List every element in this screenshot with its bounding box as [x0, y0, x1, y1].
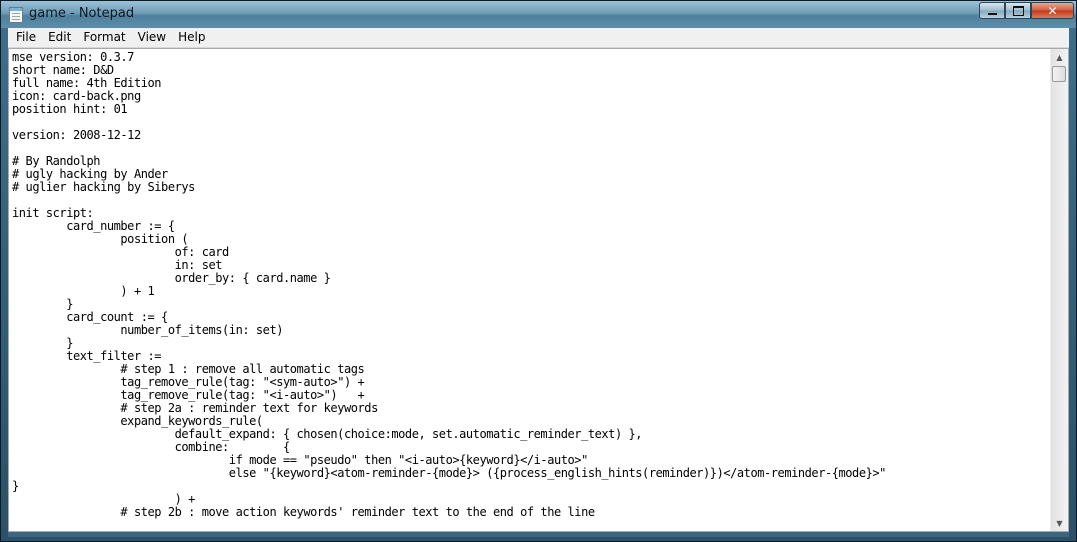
editor-text-area[interactable]: mse version: 0.3.7 short name: D&D full na…: [12, 51, 1050, 531]
scroll-down-button[interactable]: ▼: [1052, 515, 1067, 531]
maximize-icon: [1012, 5, 1024, 16]
text-line: version: 2008-12-12: [12, 128, 141, 142]
text-line: mse version: 0.3.7: [12, 51, 134, 64]
menu-bar: File Edit Format View Help: [8, 28, 1069, 48]
text-line: # step 2b : move action keywords' remind…: [12, 505, 595, 519]
scroll-up-button[interactable]: ▲: [1052, 49, 1067, 65]
chevron-down-icon: ▼: [1056, 518, 1063, 528]
menu-file[interactable]: File: [8, 28, 42, 47]
menu-format[interactable]: Format: [77, 28, 131, 47]
close-button[interactable]: ✕: [1031, 2, 1074, 19]
window-title: game - Notepad: [29, 6, 135, 21]
text-line: position hint: 01: [12, 102, 128, 116]
text-line: [12, 142, 1050, 155]
title-bar[interactable]: game - Notepad ✕: [1, 1, 1076, 28]
text-line: # uglier hacking by Siberys: [12, 180, 195, 194]
text-line: short name: D&D: [12, 63, 114, 77]
text-line: order_by: { card.name }: [12, 271, 331, 285]
vertical-scrollbar[interactable]: ▲ ▼: [1050, 49, 1068, 531]
notepad-app-icon[interactable]: [9, 7, 23, 23]
chevron-up-icon: ▲: [1056, 52, 1063, 62]
text-line: [12, 116, 1050, 129]
window-bottom-frame: [8, 532, 1069, 537]
maximize-button[interactable]: [1005, 2, 1031, 19]
menu-view[interactable]: View: [132, 28, 172, 47]
notepad-window: game - Notepad ✕ File Edit Format View H…: [0, 0, 1077, 542]
text-line: number_of_items(in: set): [12, 323, 283, 337]
minimize-icon: [987, 12, 997, 15]
close-icon: ✕: [1047, 3, 1058, 18]
text-line: [12, 194, 1050, 207]
text-line: }: [12, 336, 73, 350]
minimize-button[interactable]: [979, 2, 1005, 19]
text-line: full name: 4th Edition: [12, 76, 162, 90]
text-line: else "{keyword}<atom-reminder-{mode}> ({…: [12, 466, 887, 480]
menu-edit[interactable]: Edit: [42, 28, 77, 47]
scrollbar-thumb[interactable]: [1052, 66, 1066, 82]
text-line: icon: card-back.png: [12, 89, 141, 103]
text-editor[interactable]: mse version: 0.3.7 short name: D&D full na…: [8, 48, 1069, 532]
menu-help[interactable]: Help: [172, 28, 211, 47]
text-line: ) + 1: [12, 284, 155, 298]
